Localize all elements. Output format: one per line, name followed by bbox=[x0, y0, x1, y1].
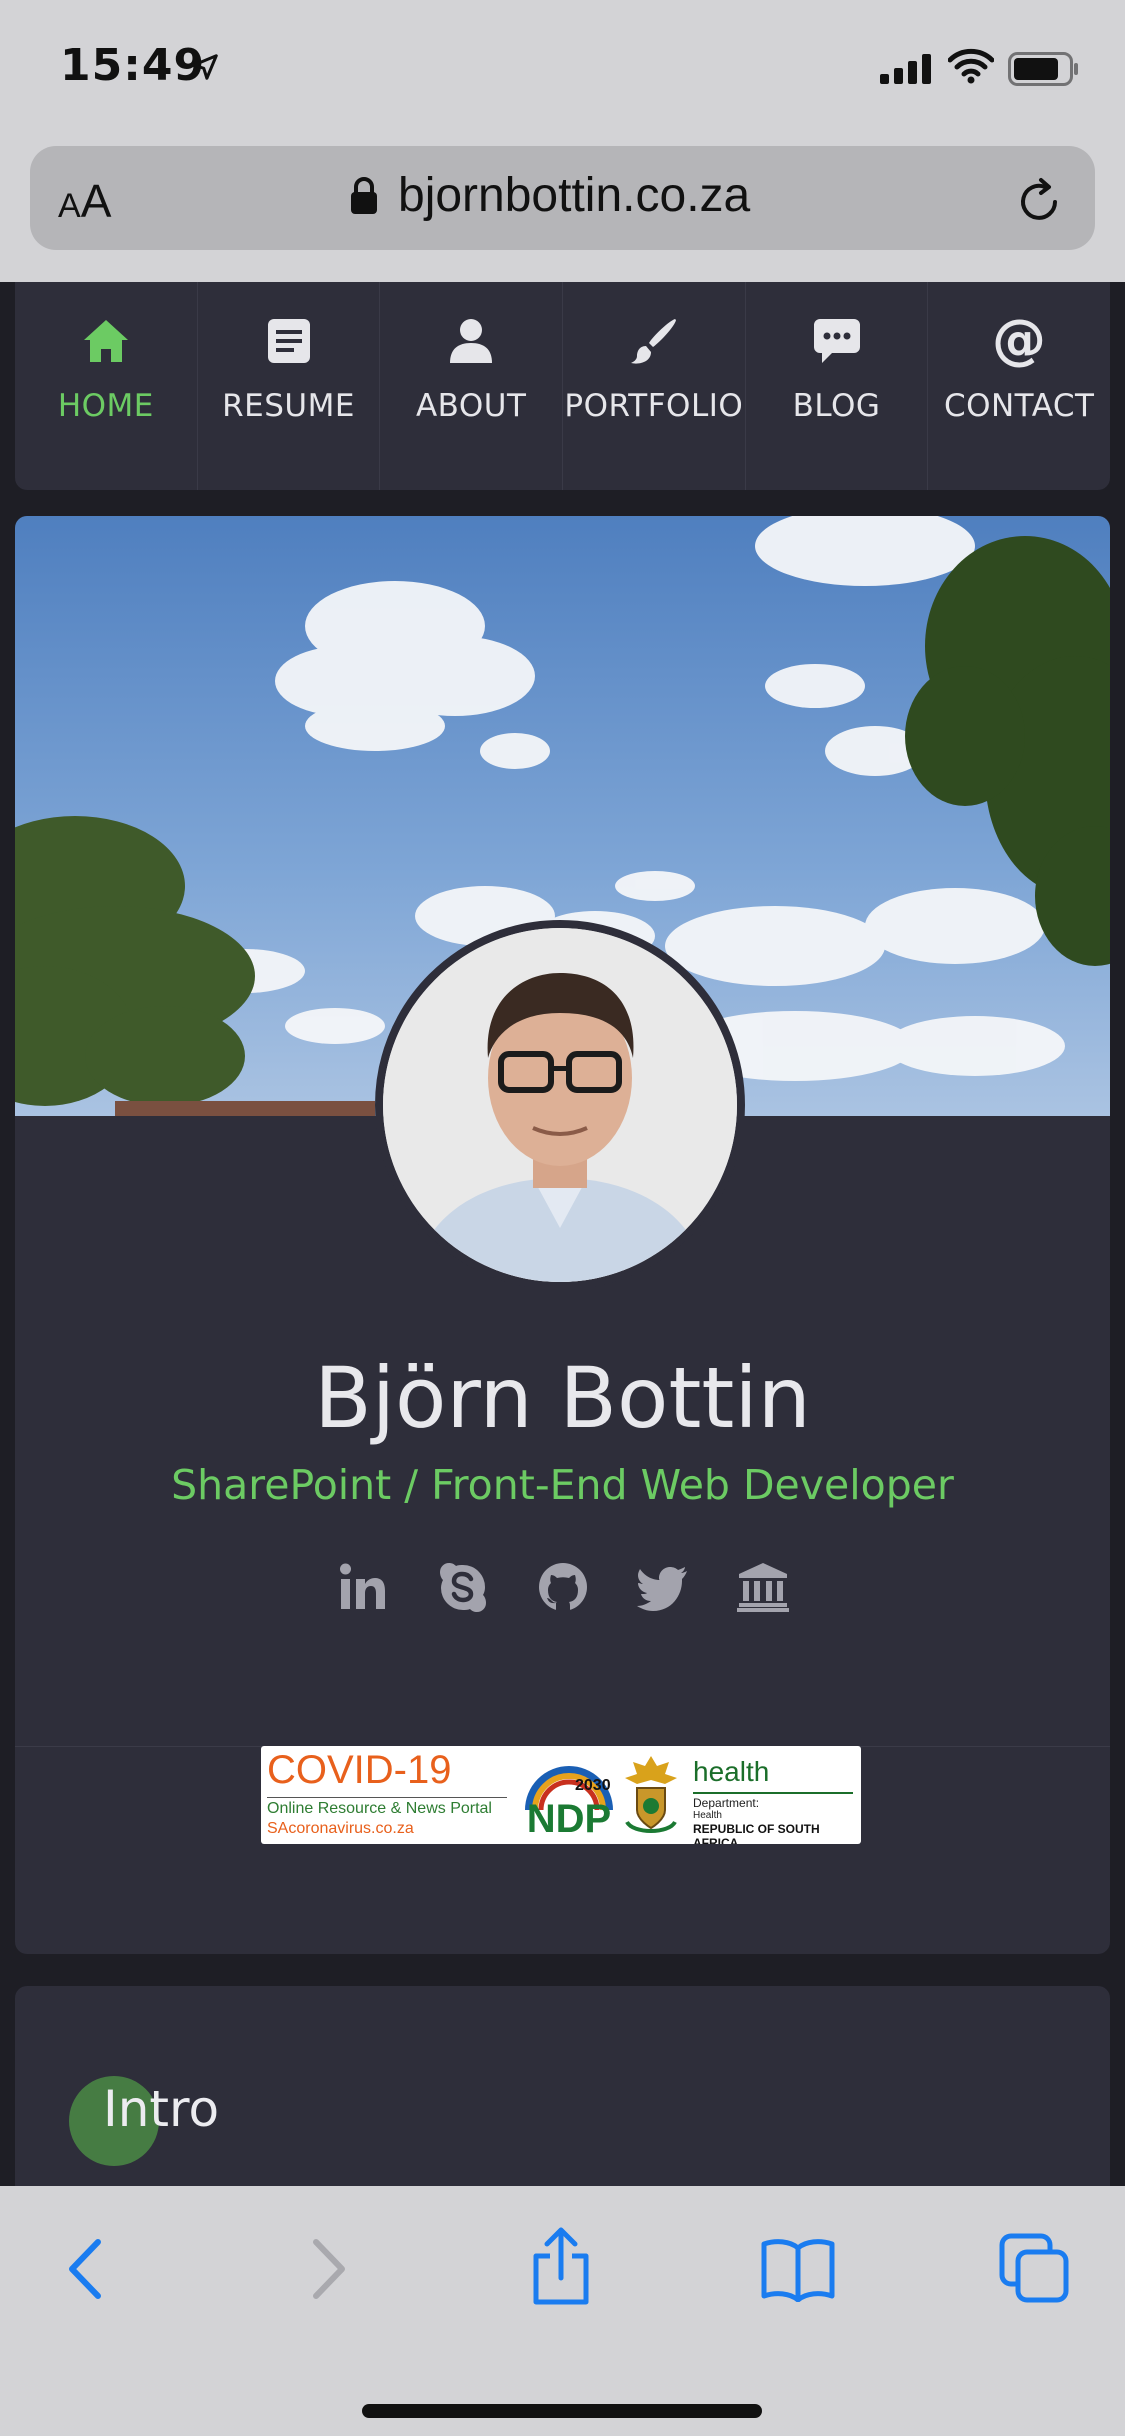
social-links bbox=[15, 1561, 1110, 1613]
forward-icon[interactable] bbox=[302, 2234, 352, 2304]
status-time: 15:49 bbox=[60, 40, 206, 91]
bookmarks-icon[interactable] bbox=[760, 2236, 836, 2302]
tabs-icon[interactable] bbox=[998, 2232, 1070, 2304]
nav-item-resume[interactable]: RESUME bbox=[198, 282, 381, 490]
coat-of-arms-icon bbox=[625, 1756, 677, 1833]
intro-title: Intro bbox=[103, 2080, 220, 2138]
reload-icon[interactable] bbox=[1015, 176, 1065, 226]
profile-card: Björn Bottin SharePoint / Front-End Web … bbox=[15, 516, 1110, 1954]
profile-name: Björn Bottin bbox=[314, 1349, 811, 1447]
svg-text:2030: 2030 bbox=[575, 1777, 611, 1794]
covid-banner[interactable]: COVID-19 Online Resource & News Portal S… bbox=[261, 1746, 861, 1844]
user-icon bbox=[450, 319, 493, 363]
text-size-button[interactable]: AA bbox=[58, 174, 111, 228]
at-icon: @ bbox=[992, 314, 1046, 368]
linkedin-icon[interactable] bbox=[337, 1561, 389, 1613]
browser-toolbar bbox=[0, 2186, 1125, 2436]
lock-icon bbox=[351, 177, 377, 214]
url-text[interactable]: bjornbottin.co.za bbox=[398, 168, 750, 223]
nav-item-home[interactable]: HOME bbox=[15, 282, 198, 490]
back-icon[interactable] bbox=[62, 2234, 112, 2304]
main-nav: HOME RESUME ABOUT PORTFOLIO BLOG @ CONTA… bbox=[15, 282, 1110, 490]
skype-icon[interactable] bbox=[437, 1561, 489, 1613]
share-icon[interactable] bbox=[528, 2226, 594, 2306]
home-icon bbox=[83, 320, 128, 362]
nav-item-contact[interactable]: @ CONTACT bbox=[928, 282, 1110, 490]
chat-icon bbox=[813, 319, 860, 363]
address-bar[interactable]: AA bjornbottin.co.za bbox=[30, 146, 1095, 250]
nav-item-blog[interactable]: BLOG bbox=[746, 282, 929, 490]
browser-chrome: AA bjornbottin.co.za bbox=[0, 140, 1125, 282]
twitter-icon[interactable] bbox=[636, 1561, 689, 1613]
ndp-logo: 2030 NDP bbox=[525, 1766, 613, 1840]
battery-icon bbox=[1008, 52, 1078, 86]
profile-title: SharePoint / Front-End Web Developer bbox=[171, 1461, 954, 1509]
svg-text:NDP: NDP bbox=[527, 1797, 611, 1840]
status-bar: 15:49 bbox=[0, 0, 1125, 140]
cellular-signal-icon bbox=[880, 54, 931, 84]
document-icon bbox=[267, 319, 310, 363]
home-indicator bbox=[362, 2404, 762, 2418]
nav-item-portfolio[interactable]: PORTFOLIO bbox=[563, 282, 746, 490]
wifi-icon bbox=[948, 48, 994, 84]
location-arrow-icon bbox=[192, 54, 218, 80]
paintbrush-icon bbox=[630, 319, 676, 364]
profile-photo bbox=[383, 928, 737, 1282]
github-icon[interactable] bbox=[537, 1561, 589, 1613]
nav-item-about[interactable]: ABOUT bbox=[380, 282, 564, 490]
bank-icon[interactable] bbox=[736, 1561, 789, 1613]
avatar bbox=[375, 920, 745, 1290]
svg-text:@: @ bbox=[992, 314, 1046, 368]
